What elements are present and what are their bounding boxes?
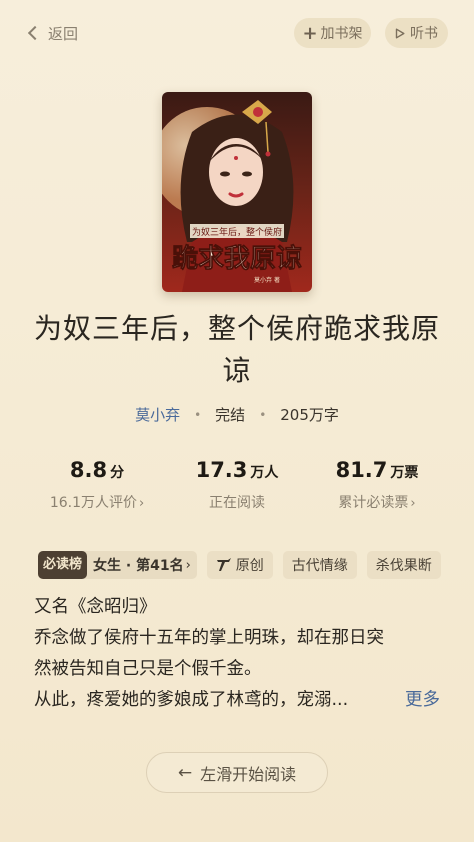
top-bar: 返回 + 加书架 听书: [0, 18, 474, 48]
start-reading-label: 左滑开始阅读: [200, 764, 297, 784]
play-icon: [395, 28, 405, 38]
back-button[interactable]: 返回: [26, 20, 78, 46]
tag-label: 古代情缘: [291, 558, 348, 574]
chevron-right-icon: ›: [185, 557, 191, 573]
votes-unit: 万票: [390, 465, 419, 481]
votes-label: 累计必读票: [338, 495, 409, 511]
votes-value: 81.7: [335, 458, 388, 482]
rank-tag[interactable]: 必读榜 女生 · 第41名 ›: [38, 551, 197, 579]
add-shelf-label: 加书架: [320, 26, 363, 42]
tag-original[interactable]: 原创: [206, 551, 273, 579]
book-title: 为奴三年后，整个侯府跪求我原谅: [33, 312, 440, 387]
listen-label: 听书: [410, 26, 438, 42]
cover-title: 跪求我原谅: [172, 243, 302, 274]
chevron-right-icon: ›: [138, 496, 145, 511]
word-count: 205万字: [280, 406, 339, 424]
back-label: 返回: [48, 24, 79, 43]
plus-icon: +: [302, 22, 318, 44]
reading-value: 17.3: [195, 458, 248, 482]
tag-label: 杀伐果断: [375, 558, 432, 574]
cover-author: 莫小弃 著: [254, 276, 280, 284]
separator-dot: •: [194, 407, 202, 422]
reading-stat: 17.3 万人 正在阅读: [157, 458, 317, 512]
description-line: 从此，疼爱她的爹娘成了林鸢的，宠溺...: [34, 690, 349, 710]
add-to-shelf-button[interactable]: + 加书架: [294, 18, 371, 48]
rating-stat[interactable]: 8.8 分 16.1万人评价 ›: [17, 458, 177, 512]
separator-dot: •: [259, 407, 267, 422]
cover-subtitle: 为奴三年后，整个侯府: [192, 226, 282, 238]
book-status: 完结: [215, 406, 246, 424]
tag-label: 原创: [235, 558, 264, 574]
rating-value: 8.8: [69, 458, 108, 482]
rank-text: 女生 · 第41名: [93, 558, 184, 574]
listen-button[interactable]: 听书: [385, 18, 448, 48]
description-line: 然被告知自己只是个假千金。: [34, 659, 262, 679]
description-last-line: 从此，疼爱她的爹娘成了林鸢的，宠溺... 更多: [34, 685, 444, 716]
cover-illustration: 为奴三年后，整个侯府 跪求我原谅 莫小弃 著: [162, 92, 312, 292]
tags-row: 必读榜 女生 · 第41名 › 原创 古代情缘 杀伐果断: [38, 551, 441, 579]
tag-ancient-romance[interactable]: 古代情缘: [282, 551, 357, 579]
chevron-right-icon: ›: [410, 496, 416, 511]
arrow-left-icon: ←: [177, 762, 193, 783]
rating-unit: 分: [110, 465, 125, 481]
reading-unit: 万人: [250, 465, 279, 481]
author-link[interactable]: 莫小弃: [135, 404, 180, 425]
pen-icon: [216, 558, 231, 571]
description-line: 乔念做了侯府十五年的掌上明珠，却在那日突: [34, 628, 384, 648]
votes-stat[interactable]: 81.7 万票 累计必读票 ›: [297, 458, 457, 512]
stats-row: 8.8 分 16.1万人评价 › 17.3 万人 正在阅读 81.7 万票 累计必读票 ›: [0, 458, 474, 518]
book-description: 又名《念昭归》 乔念做了侯府十五年的掌上明珠，却在那日突 然被告知自己只是个假千…: [34, 592, 444, 716]
rank-badge: 必读榜: [38, 551, 88, 579]
alias-line: 又名《念昭归》: [34, 597, 157, 617]
book-detail-page: 返回 + 加书架 听书 为奴三年后，整个侯府 跪求我原谅 莫小弃 著 为奴三年后…: [0, 0, 474, 842]
reading-label: 正在阅读: [209, 495, 265, 511]
start-reading-button[interactable]: ← 左滑开始阅读: [146, 752, 328, 793]
book-meta: 莫小弃 • 完结 • 205万字: [0, 404, 474, 425]
rating-label: 16.1万人评价: [49, 495, 137, 511]
chevron-left-icon: [27, 25, 43, 41]
more-button[interactable]: 更多: [405, 685, 440, 716]
book-cover[interactable]: 为奴三年后，整个侯府 跪求我原谅 莫小弃 著: [162, 92, 312, 292]
tag-decisive[interactable]: 杀伐果断: [366, 551, 441, 579]
